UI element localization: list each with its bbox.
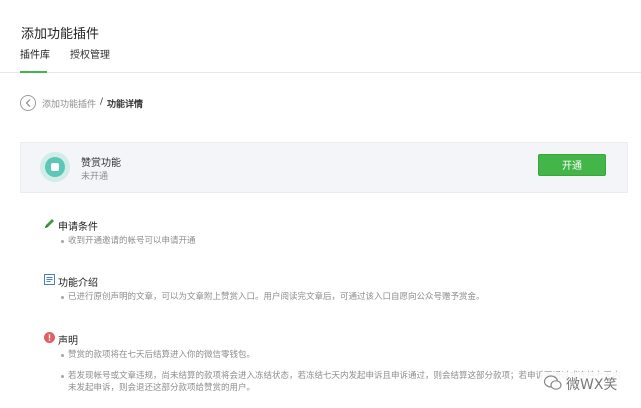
watermark: 微WX笑	[540, 372, 634, 394]
tab-plugin-library[interactable]: 插件库	[20, 48, 50, 73]
enable-button[interactable]: 开通	[538, 154, 606, 176]
plugin-name: 赞赏功能	[81, 158, 121, 169]
section-title-intro: 功能介绍	[58, 278, 98, 289]
page-title: 添加功能插件	[21, 27, 100, 42]
document-icon	[44, 274, 55, 285]
page-header: 添加功能插件 插件库 授权管理	[0, 0, 641, 73]
section-title-statement: 声明	[58, 336, 78, 347]
list-item: 已进行原创声明的文章，可以为文章附上赞赏入口。用户阅读完文章后，可通过该入口自愿…	[58, 291, 618, 303]
reward-plugin-icon	[40, 152, 70, 182]
chevron-left-icon	[25, 99, 31, 107]
plugin-card: 赞赏功能 未开通 开通	[20, 142, 628, 193]
plugin-status: 未开通	[81, 172, 109, 182]
breadcrumb-current: 功能详情	[107, 100, 144, 110]
list-item: 收到开通邀请的帐号可以申请开通	[58, 235, 618, 247]
breadcrumb-separator: /	[100, 97, 104, 107]
breadcrumb-parent-link[interactable]: 添加功能插件	[42, 97, 96, 110]
back-button[interactable]	[20, 95, 36, 111]
watermark-text: 微WX笑	[566, 377, 618, 393]
tab-authorization-management[interactable]: 授权管理	[70, 48, 110, 71]
section-title-conditions: 申请条件	[58, 222, 98, 233]
pencil-icon	[45, 219, 54, 228]
wechat-icon	[544, 375, 562, 390]
warning-icon	[44, 332, 55, 343]
list-item: 赞赏的款项将在七天后结算进入你的微信零钱包。	[58, 349, 618, 361]
